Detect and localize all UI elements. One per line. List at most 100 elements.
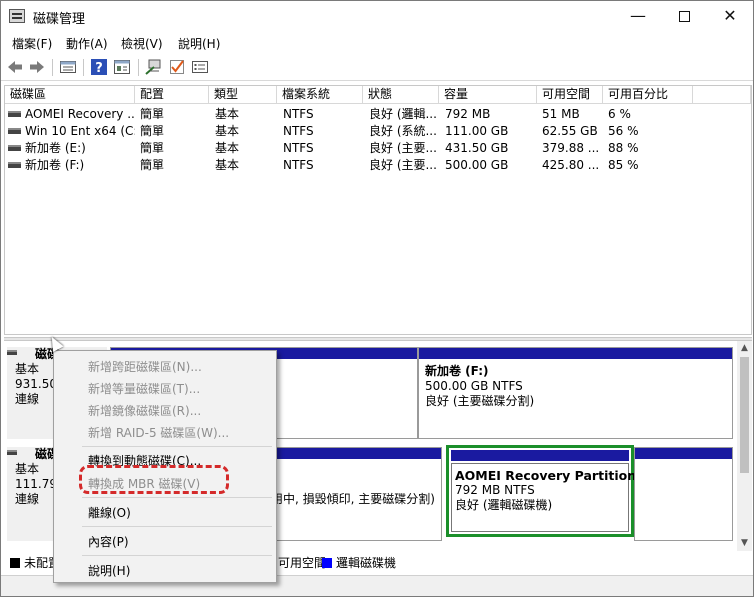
legend-logical: 邏輯磁碟機 [336,556,397,570]
cell-free-space: 62.55 GB [542,124,598,138]
cell-layout: 簡單 [140,107,165,121]
column-header-capacity[interactable]: 容量 [439,86,537,104]
menu-item-new-mirrored[interactable]: 新增鏡像磁碟區(R)... [88,402,201,419]
graph-scrollbar[interactable]: ▲ ▼ [737,341,752,551]
svg-text:?: ? [95,61,103,76]
volume-icon [8,162,21,168]
cell-capacity: 500.00 GB [445,158,509,172]
menu-separator [82,497,272,498]
cell-percent-free: 56 % [608,124,639,138]
volume-list[interactable]: 磁碟區 配置 類型 檔案系統 狀態 容量 可用空間 可用百分比 AOMEI Re… [4,85,752,335]
cell-percent-free: 88 % [608,141,639,155]
menu-item-help[interactable]: 說明(H) [88,562,130,579]
menu-item-offline[interactable]: 離線(O) [88,504,131,521]
partition-title: AOMEI Recovery Partition [455,468,637,483]
legend-free-space: 可用空間 [278,556,327,570]
menu-separator [82,446,272,447]
connect-icon[interactable] [145,58,163,76]
menu-action[interactable]: 動作(A) [66,35,108,52]
scroll-down-icon[interactable]: ▼ [737,536,752,551]
partition-text: AOMEI Recovery Partition 792 MB NTFS 良好 … [455,468,636,513]
partition-status: 用中, 損毀傾印, 主要磁碟分割) [271,492,435,506]
settings-list-icon[interactable] [191,58,209,76]
unallocated-area[interactable] [634,447,733,541]
toolbar-separator [138,59,139,76]
cell-type: 基本 [215,158,240,172]
legend-swatch-unallocated [10,558,20,568]
cell-layout: 簡單 [140,124,165,138]
window-title: 磁碟管理 [33,12,86,27]
cell-volume: AOMEI Recovery ... [25,107,135,121]
maximize-button[interactable] [661,1,707,31]
logical-partition-bar [451,450,629,461]
cell-capacity: 792 MB [445,107,491,121]
cell-file-system: NTFS [283,141,314,155]
cell-type: 基本 [215,124,240,138]
disk-list-icon[interactable] [59,58,77,76]
cell-status: 良好 (主要... [369,141,437,155]
menu-separator [82,555,272,556]
disk-icon [7,350,17,355]
cell-file-system: NTFS [283,158,314,172]
cell-free-space: 51 MB [542,107,580,121]
cell-free-space: 425.80 ... [542,158,600,172]
disk-icon [7,450,17,455]
maximize-icon [678,11,690,22]
menu-bar: 檔案(F) 動作(A) 檢視(V) 說明(H) [1,31,753,53]
menu-view[interactable]: 檢視(V) [121,35,163,52]
toolbar: ? [1,54,753,81]
menu-item-properties[interactable]: 內容(P) [88,533,129,550]
primary-partition-bar [419,348,732,359]
partition-size: 500.00 GB NTFS [425,379,523,393]
partition-text: 新加卷 (F:) 500.00 GB NTFS 良好 (主要磁碟分割) [425,364,534,409]
toolbar-separator [52,59,53,76]
menu-item-new-spanned[interactable]: 新增跨距磁碟區(N)... [88,358,202,375]
cell-percent-free: 6 % [608,107,631,121]
forward-icon[interactable] [28,58,46,76]
column-header-layout[interactable]: 配置 [135,86,209,104]
partition-status: 良好 (主要磁碟分割) [425,394,535,408]
cell-type: 基本 [215,107,240,121]
highlight-annotation [79,465,229,494]
column-header-status[interactable]: 狀態 [363,86,439,104]
column-header-file-system[interactable]: 檔案系統 [277,86,363,104]
close-button[interactable]: ✕ [707,1,753,31]
volume-icon [8,128,21,134]
volume-icon [8,111,21,117]
cell-volume: 新加卷 (E:) [25,141,86,155]
column-header-type[interactable]: 類型 [209,86,277,104]
title-bar: 磁碟管理 — ✕ [1,1,753,31]
column-header-volume[interactable]: 磁碟區 [5,86,135,104]
back-icon[interactable] [6,58,24,76]
partition-aomei-recovery[interactable]: AOMEI Recovery Partition 792 MB NTFS 良好 … [446,445,636,537]
menu-help[interactable]: 說明(H) [178,35,220,52]
cell-free-space: 379.88 ... [542,141,600,155]
checkmark-icon[interactable] [168,58,186,76]
column-header-empty [693,86,751,104]
properties-icon[interactable] [113,58,131,76]
cell-file-system: NTFS [283,124,314,138]
scroll-up-icon[interactable]: ▲ [737,341,752,356]
cell-status: 良好 (主要... [369,158,437,172]
menu-item-new-raid5[interactable]: 新增 RAID-5 磁碟區(W)... [88,424,229,441]
menu-file[interactable]: 檔案(F) [12,35,52,52]
menu-item-new-striped[interactable]: 新增等量磁碟區(T)... [88,380,200,397]
cell-layout: 簡單 [140,158,165,172]
cell-volume: Win 10 Ent x64 (C:) [25,124,135,138]
disk-management-icon [9,9,25,23]
help-icon[interactable]: ? [90,58,108,76]
primary-partition-bar [635,448,732,459]
cell-status: 良好 (系統... [369,124,437,138]
legend-swatch-logical [322,558,332,568]
cell-volume: 新加卷 (F:) [25,158,85,172]
cell-capacity: 431.50 GB [445,141,509,155]
menu-separator [82,526,272,527]
cell-file-system: NTFS [283,107,314,121]
minimize-button[interactable]: — [615,1,661,31]
scroll-thumb[interactable] [740,357,749,473]
cell-layout: 簡單 [140,141,165,155]
partition-f[interactable]: 新加卷 (F:) 500.00 GB NTFS 良好 (主要磁碟分割) [418,347,733,439]
column-header-percent-free[interactable]: 可用百分比 [603,86,693,104]
partition-status: 良好 (邏輯磁碟機) [455,498,553,512]
column-header-free-space[interactable]: 可用空間 [537,86,603,104]
